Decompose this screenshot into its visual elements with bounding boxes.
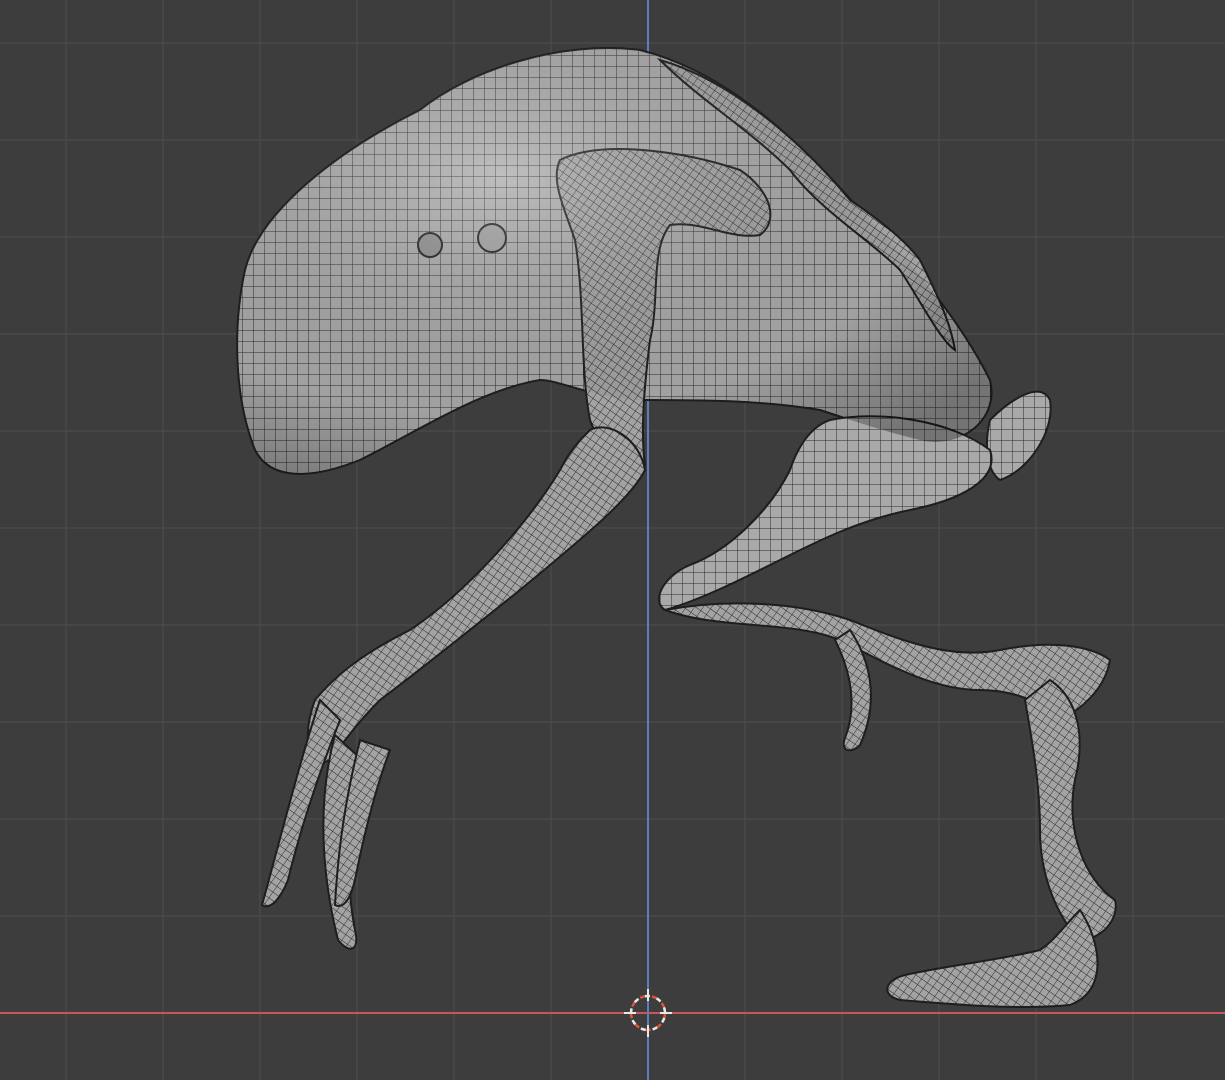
mesh-forearm xyxy=(306,426,647,763)
mesh-tail xyxy=(986,390,1052,482)
mesh-thigh xyxy=(658,415,993,612)
mesh-foot xyxy=(886,908,1099,1009)
viewport-canvas[interactable] xyxy=(0,0,1225,1080)
mesh-lower-leg xyxy=(1023,678,1117,942)
3d-viewport[interactable] xyxy=(0,0,1225,1080)
